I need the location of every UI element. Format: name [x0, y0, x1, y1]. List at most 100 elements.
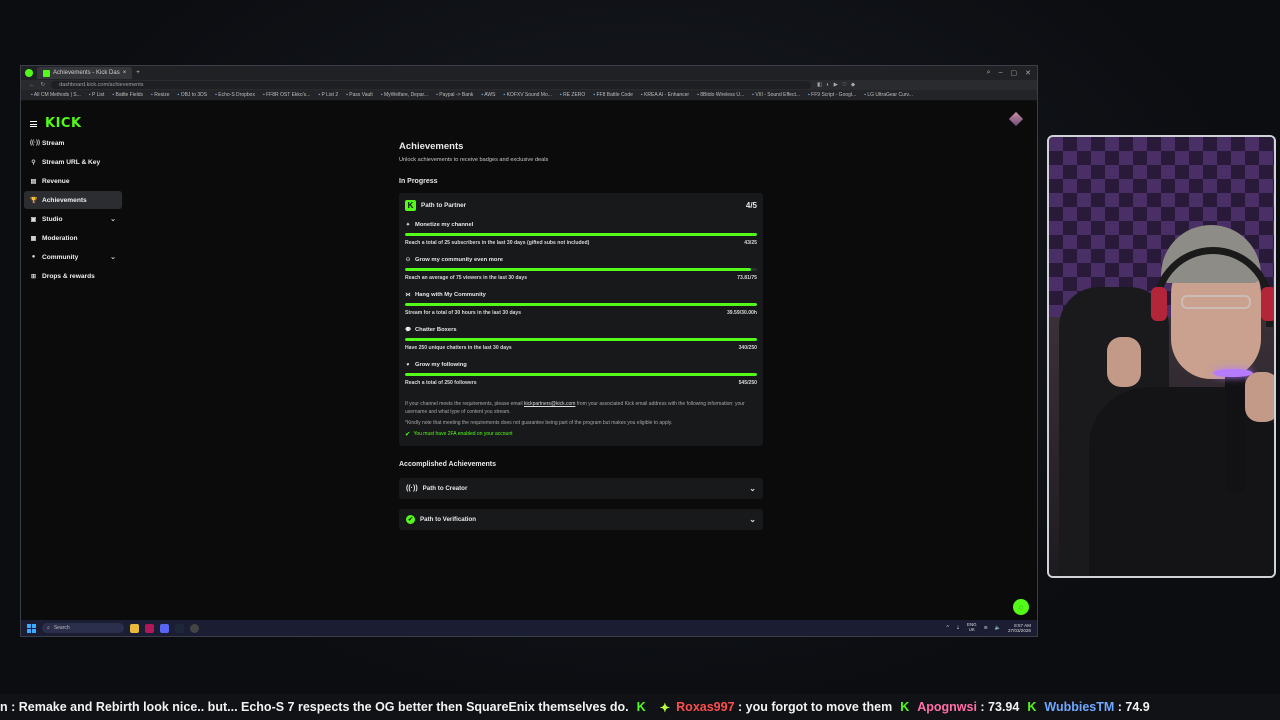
sidebar-item-revenue[interactable]: ▤ Revenue — [24, 172, 122, 190]
gift-icon: ⊞ — [30, 273, 37, 280]
ticker-message: : you forgot to move them — [738, 700, 893, 714]
hamburger-menu-icon[interactable] — [30, 120, 37, 127]
discord-icon[interactable] — [160, 623, 169, 633]
app-icon[interactable] — [145, 623, 154, 633]
chevron-down-icon[interactable]: ⌄ — [110, 215, 116, 223]
trophy-icon: 🏆 — [30, 197, 38, 204]
bookmark-item[interactable]: AWS — [481, 92, 495, 98]
chevron-down-icon[interactable]: ⌄ — [110, 253, 116, 261]
verified-badge-icon: ✔ — [406, 514, 415, 524]
file-explorer-icon[interactable] — [130, 623, 139, 633]
kick-logo[interactable]: KICK — [45, 116, 82, 131]
bookmark-item[interactable]: Echo-S Dropbox — [215, 92, 255, 98]
bookmark-item[interactable]: Battle Fields — [112, 92, 144, 98]
bookmark-item[interactable]: All CM Methods | S... — [31, 92, 81, 98]
requirement-value: 73.81/75 — [737, 275, 757, 281]
wifi-icon[interactable]: ≋ — [984, 625, 988, 631]
volume-icon[interactable]: 🔈 — [995, 625, 1001, 631]
streamer-hand-left — [1107, 337, 1141, 387]
requirement-description: Have 250 unique chatters in the last 30 … — [405, 345, 512, 351]
chevron-down-icon[interactable]: ⌄ — [749, 515, 756, 524]
twofa-requirement: ✔ You must have 2FA enabled on your acco… — [405, 430, 757, 438]
requirement-icon: 💬 — [405, 326, 412, 333]
user-avatar[interactable] — [1008, 111, 1024, 127]
bookmark-item[interactable]: FF9 Script - Googl... — [808, 92, 856, 98]
windows-start-icon[interactable] — [27, 623, 36, 633]
partner-disclaimer: *Kindly note that meeting the requiremen… — [405, 419, 673, 426]
bookmark-item[interactable]: MyWelfare, Depar... — [381, 92, 428, 98]
network-icon[interactable]: ⇣ — [956, 625, 960, 631]
bookmark-item[interactable]: Pass Vault — [346, 92, 373, 98]
search-tabs-icon[interactable]: ⌕ — [987, 69, 991, 77]
language-indicator[interactable]: ENG UK — [967, 622, 977, 633]
requirement-title: Monetize my channel — [415, 221, 474, 228]
bookmark-item[interactable]: Paypal -> Bank — [436, 92, 473, 98]
microphone — [1225, 372, 1245, 492]
steam-icon[interactable] — [175, 623, 184, 633]
bookmark-item[interactable]: P List 2 — [318, 92, 339, 98]
close-window-icon[interactable]: ✕ — [1025, 69, 1031, 77]
taskbar-search[interactable]: ⌕ Search — [42, 623, 124, 633]
sidebar-item-studio[interactable]: ▣ Studio ⌄ — [24, 210, 122, 228]
chevron-down-icon[interactable]: ⌄ — [749, 484, 756, 493]
requirement-icon: ⋈ — [405, 291, 411, 298]
bookmark-item[interactable]: Resize — [151, 92, 169, 98]
bookmark-item[interactable]: KOFXV Sound Mo... — [503, 92, 552, 98]
accordion-path-to-verification[interactable]: ✔ Path to Verification ⌄ — [399, 508, 763, 530]
sidebar-nav: ((·)) Stream ⚲ Stream URL & Key ▤ Revenue 🏆… — [21, 134, 125, 285]
sidebar-item-label: Moderation — [42, 234, 78, 242]
broadcast-icon: ((·)) — [406, 484, 418, 492]
sidebar-item-label: Drops & rewards — [42, 272, 95, 280]
requirement-value: 545/250 — [738, 380, 757, 386]
browser-menu-icon[interactable] — [25, 69, 33, 77]
sidebar-item-community[interactable]: ● Community ⌄ — [24, 248, 122, 266]
partner-card-header: K Path to Partner 4/5 — [405, 199, 757, 211]
address-bar: ← ↻ dashboard.kick.com/achievements ◧ ◐ … — [21, 80, 1037, 90]
new-tab-icon[interactable]: + — [136, 70, 140, 76]
help-chat-icon[interactable]: ◌ — [1013, 599, 1029, 615]
sidebar-item-moderation[interactable]: ▦ Moderation — [24, 229, 122, 247]
back-icon[interactable]: ← — [29, 82, 35, 88]
requirement-item: ✦ Monetize my channel Reach a total of 25 … — [405, 220, 757, 246]
tray-overflow-icon[interactable]: ^ — [946, 625, 948, 631]
bookmark-item[interactable]: P List — [89, 92, 104, 98]
bookmark-item[interactable]: VIII - Sound Effect... — [752, 92, 800, 98]
maximize-icon[interactable]: ▢ — [1011, 69, 1018, 77]
sidebar-item-drops-rewards[interactable]: ⊞ Drops & rewards — [24, 267, 122, 285]
url-text: dashboard.kick.com/achievements — [59, 82, 144, 88]
obs-icon[interactable] — [190, 623, 199, 633]
extension-icon[interactable]: ◆ — [851, 82, 855, 88]
requirement-title-row: ✦ Monetize my channel — [405, 220, 757, 229]
extension-icon[interactable]: ◧ — [817, 82, 822, 88]
bookmark-item[interactable]: OBJ to 3DS — [178, 92, 207, 98]
bookmark-item[interactable]: KREA AI - Enhancer — [641, 92, 689, 98]
bookmark-item[interactable]: FF8 Battle Code — [593, 92, 632, 98]
bookmark-item[interactable]: FF8R OST Ekko's... — [263, 92, 310, 98]
extension-icon[interactable]: ◐ — [826, 82, 829, 88]
kick-favicon-icon — [43, 69, 50, 77]
requirements-list: ✦ Monetize my channel Reach a total of 25 … — [405, 220, 757, 386]
favorite-icon[interactable]: ♡ — [842, 82, 847, 88]
requirement-description: Reach a total of 25 subscribers in the l… — [405, 240, 590, 246]
accordion-path-to-creator[interactable]: ((·)) Path to Creator ⌄ — [399, 477, 763, 499]
tab-close-icon[interactable]: × — [123, 70, 127, 76]
accordion-label: Path to Creator — [422, 484, 468, 492]
clock[interactable]: 8:57 AM 27/03/2026 — [1008, 623, 1031, 633]
browser-tab-achievements[interactable]: Achievements - Kick Das × — [37, 67, 133, 79]
extension-icon[interactable]: ▶ — [834, 82, 838, 88]
reload-icon[interactable]: ↻ — [41, 82, 46, 88]
requirement-description: Stream for a total of 30 hours in the la… — [405, 310, 522, 316]
sidebar-item-stream-url-key[interactable]: ⚲ Stream URL & Key — [24, 153, 122, 171]
minimize-icon[interactable]: – — [999, 69, 1003, 77]
bookmark-item[interactable]: LG UltraGear Curv... — [864, 92, 912, 98]
progress-bar — [405, 373, 757, 376]
url-field[interactable]: dashboard.kick.com/achievements — [51, 81, 812, 89]
progress-bar — [405, 268, 757, 271]
sparkle-icon: ✦ — [659, 700, 671, 715]
bookmark-item[interactable]: RE ZERO — [560, 92, 585, 98]
sidebar-item-achievements[interactable]: 🏆 Achievements — [24, 191, 122, 209]
sidebar: KICK ((·)) Stream ⚲ Stream URL & Key ▤ Reve… — [21, 102, 125, 620]
partner-email-link[interactable]: kickpartners@kick.com — [524, 401, 575, 407]
bookmark-item[interactable]: 8Bitdo Wireless U... — [697, 92, 744, 98]
sidebar-item-stream[interactable]: ((·)) Stream — [24, 134, 122, 152]
